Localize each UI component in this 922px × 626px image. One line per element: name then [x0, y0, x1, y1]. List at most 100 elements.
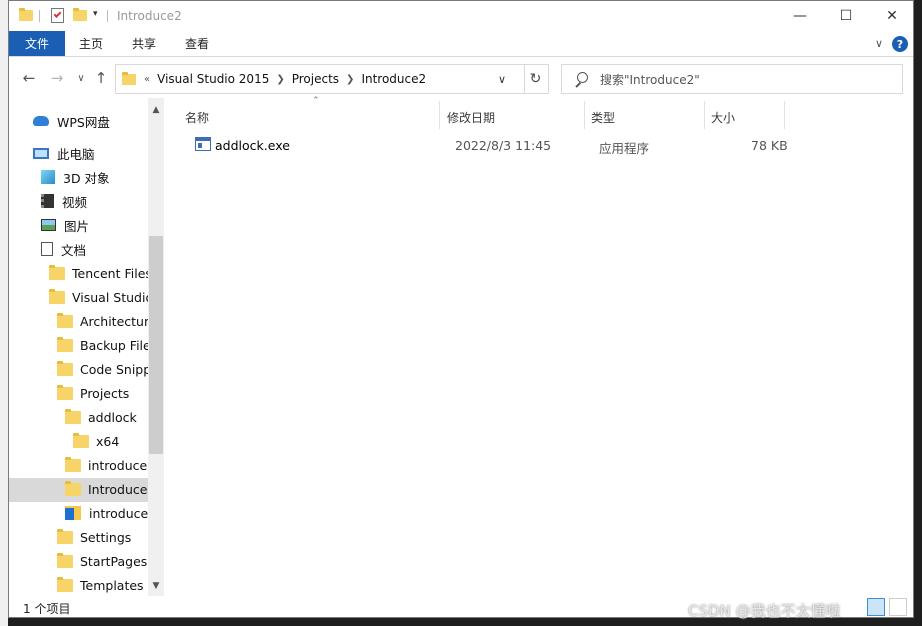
pictures-icon — [41, 219, 56, 231]
scroll-up-arrow-icon[interactable]: ▲ — [148, 102, 164, 118]
customize-toolbar-chevron-icon[interactable]: ▾ — [93, 9, 98, 19]
new-folder-icon[interactable] — [73, 8, 87, 21]
nav-item-label: 3D 对象 — [63, 170, 110, 186]
tab-file[interactable]: 文件 — [9, 31, 65, 56]
nav-item-label: addlock — [88, 409, 137, 425]
nav-item-architecture[interactable]: Architecture — [57, 309, 148, 333]
nav-item-label: Settings — [80, 529, 132, 545]
computer-icon — [33, 147, 49, 159]
folder-icon — [57, 576, 73, 592]
nav-item-settings[interactable]: Settings — [57, 525, 131, 549]
nav-item-templates[interactable]: Templates — [57, 573, 144, 596]
folder-icon — [65, 456, 81, 472]
folder-icon — [57, 336, 73, 352]
help-icon[interactable]: ? — [892, 36, 908, 52]
expand-ribbon-chevron-icon[interactable]: ∨ — [875, 37, 883, 50]
breadcrumb-separator-icon[interactable]: ❯ — [344, 74, 356, 85]
nav-item-wps-cloud[interactable]: WPS网盘 — [33, 109, 110, 133]
nav-item-backup-files[interactable]: Backup Files — [57, 333, 148, 357]
close-button[interactable]: ✕ — [869, 1, 913, 31]
nav-item-x64[interactable]: x64 — [73, 429, 119, 453]
nav-item-label: Tencent Files — [72, 265, 148, 281]
column-header-name[interactable]: 名称 — [185, 104, 209, 130]
folder-icon — [57, 312, 73, 328]
nav-item-label: 图片 — [64, 218, 90, 234]
search-icon — [574, 72, 588, 86]
nav-item-startpages[interactable]: StartPages — [57, 549, 147, 573]
breadcrumb-introduce2[interactable]: Introduce2 — [356, 72, 431, 86]
nav-item-label: Projects — [80, 385, 130, 401]
documents-icon — [41, 242, 53, 256]
large-icons-view-icon[interactable] — [889, 598, 907, 616]
table-row[interactable]: addlock.exe 2022/8/3 11:45 应用程序 78 KB — [185, 134, 805, 156]
up-button[interactable]: ↑ — [91, 68, 111, 88]
folder-icon — [65, 408, 81, 424]
nav-item-label: 文档 — [61, 242, 87, 258]
nav-item-introduce[interactable]: introduce — [65, 453, 147, 477]
ribbon-tabs: 文件 主页 共享 查看 ∨ ? — [9, 31, 913, 57]
folder-icon — [57, 384, 73, 400]
nav-item-label: 视频 — [62, 194, 88, 210]
maximize-button[interactable]: ☐ — [823, 1, 869, 31]
nav-item-code-snippets[interactable]: Code Snippets — [57, 357, 148, 381]
nav-item-introduce2[interactable]: Introduce2 — [65, 477, 148, 501]
folder-icon — [57, 360, 73, 376]
forward-button[interactable]: → — [47, 68, 67, 88]
breadcrumb-separator-icon[interactable]: ❯ — [274, 74, 286, 85]
address-dropdown-chevron-icon[interactable]: ∨ — [498, 73, 506, 86]
file-size: 78 KB — [751, 138, 788, 153]
nav-item-pictures[interactable]: 图片 — [41, 213, 89, 237]
minimize-button[interactable]: — — [777, 1, 823, 31]
file-type: 应用程序 — [599, 141, 650, 156]
column-header-type[interactable]: 类型 — [591, 104, 615, 130]
nav-item-documents[interactable]: 文档 — [41, 237, 86, 261]
tab-home[interactable]: 主页 — [79, 31, 103, 56]
nav-item-label: Visual Studio — [72, 289, 148, 305]
background-editor-edge — [914, 0, 922, 626]
column-header-modified[interactable]: 修改日期 — [447, 104, 495, 130]
nav-item-addlock[interactable]: addlock — [65, 405, 137, 429]
properties-icon[interactable] — [51, 8, 64, 23]
nav-item-tencent-files[interactable]: Tencent Files — [49, 261, 148, 285]
folder-icon — [49, 264, 65, 280]
nav-item-introduce-zip[interactable]: introduce.zip — [65, 501, 148, 525]
file-modified: 2022/8/3 11:45 — [455, 138, 552, 153]
refresh-button[interactable]: ↻ — [523, 64, 549, 94]
breadcrumb-projects[interactable]: Projects — [287, 72, 344, 86]
nav-item-videos[interactable]: 视频 — [41, 189, 87, 213]
nav-item-label: WPS网盘 — [57, 114, 110, 130]
file-name: addlock.exe — [215, 138, 290, 153]
address-overflow-chevron-icon[interactable]: « — [142, 74, 152, 85]
nav-item-visual-studio[interactable]: Visual Studio — [49, 285, 148, 309]
tab-view[interactable]: 查看 — [185, 31, 209, 56]
item-count: 1 个项目 — [23, 602, 71, 616]
nav-item-3d-objects[interactable]: 3D 对象 — [41, 165, 110, 189]
window-folder-icon — [19, 8, 33, 21]
nav-item-label: Architecture — [80, 313, 148, 329]
folder-icon — [49, 288, 65, 304]
search-box[interactable]: 搜索"Introduce2" — [561, 64, 903, 94]
file-list: ⌃ 名称 修改日期 类型 大小 addlock.exe 2022/8/3 11:… — [169, 96, 913, 596]
column-header-size[interactable]: 大小 — [711, 104, 735, 130]
tab-share[interactable]: 共享 — [132, 31, 156, 56]
nav-item-label: introduce.zip — [89, 505, 148, 521]
video-icon — [41, 194, 54, 208]
back-button[interactable]: ← — [19, 68, 39, 88]
details-view-icon[interactable] — [867, 598, 885, 616]
navigation-pane: WPS网盘 此电脑 3D 对象 视频 图片 文档 Tencent Files V… — [9, 98, 164, 596]
nav-item-this-pc[interactable]: 此电脑 — [33, 141, 95, 165]
scrollbar-thumb[interactable] — [149, 236, 163, 454]
breadcrumb-visual-studio-2015[interactable]: Visual Studio 2015 — [152, 72, 274, 86]
nav-item-label: Introduce2 — [88, 481, 148, 497]
nav-item-label: introduce — [88, 457, 148, 473]
background-window-edge — [0, 0, 8, 626]
watermark: CSDN @我也不太懂啦 — [688, 602, 841, 620]
search-input[interactable]: 搜索"Introduce2" — [600, 71, 700, 88]
nav-item-label: StartPages — [80, 553, 148, 569]
3d-objects-icon — [41, 170, 55, 184]
scroll-down-arrow-icon[interactable]: ▼ — [148, 578, 164, 594]
nav-item-projects[interactable]: Projects — [57, 381, 129, 405]
recent-locations-button[interactable]: ∨ — [71, 68, 91, 88]
address-bar[interactable]: « Visual Studio 2015 ❯ Projects ❯ Introd… — [115, 64, 525, 94]
navigation-pane-scrollbar[interactable]: ▲ ▼ — [148, 98, 164, 596]
